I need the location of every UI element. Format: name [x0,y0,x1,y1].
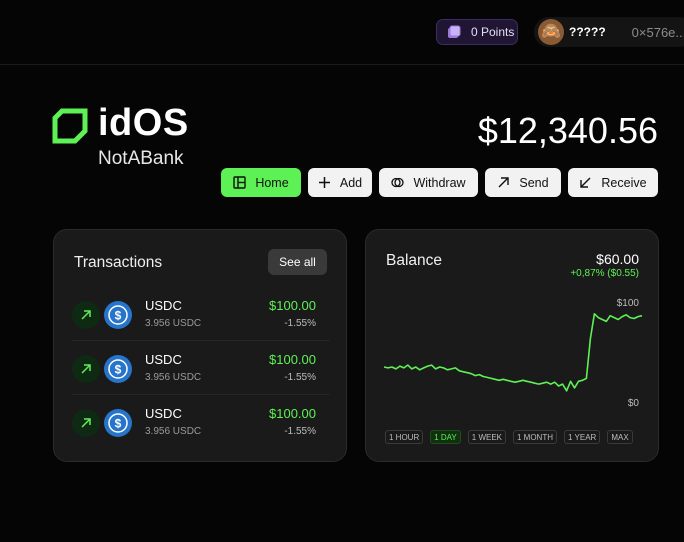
token-name: USDC [145,352,182,367]
transaction-value: $100.00 [269,406,316,421]
home-icon [233,176,247,189]
svg-text:$: $ [115,363,122,377]
add-button[interactable]: Add [308,168,372,197]
send-button[interactable]: Send [485,168,561,197]
token-amount: 3.956 USDC [145,426,202,437]
home-button[interactable]: Home [221,168,301,197]
add-label: Add [339,175,363,190]
points-icon [448,25,461,38]
outgoing-arrow-icon [72,301,100,329]
total-balance: $12,340.56 [477,110,658,151]
token-name: USDC [145,406,182,421]
points-button[interactable]: 0 Points [436,19,518,45]
points-label: 0 Points [471,25,515,39]
outgoing-arrow-icon [72,355,100,383]
brand-name: idOS [98,102,189,144]
transaction-change: -1.55% [284,426,316,437]
top-bar: 0 Points 🙈 ????? 0×576e...f [0,0,684,65]
receive-label: Receive [601,175,647,190]
transaction-row[interactable]: $ USDC 3.956 USDC $100.00 -1.55% [72,348,330,395]
brand-subtitle: NotABank [98,148,184,169]
usdc-icon: $ [104,301,132,329]
user-name: ????? [569,25,606,39]
action-bar: Home Add Withdraw Send Receive [221,168,658,197]
home-label: Home [255,175,289,190]
usdc-icon: $ [104,409,132,437]
range-1-week[interactable]: 1 WEEK [467,430,506,444]
transaction-value: $100.00 [269,352,316,367]
withdraw-button[interactable]: Withdraw [379,168,478,197]
withdraw-label: Withdraw [413,175,466,190]
balance-series-line [383,313,643,392]
send-label: Send [519,175,549,190]
range-1-hour[interactable]: 1 HOUR [385,430,424,444]
account-button[interactable]: 🙈 ????? 0×576e...f [534,17,684,47]
transaction-row[interactable]: $ USDC 3.956 USDC $100.00 -1.55% [72,402,330,448]
transaction-change: -1.55% [284,372,316,383]
range-selector: 1 HOUR 1 DAY 1 WEEK 1 MONTH 1 YEAR MAX [385,430,633,444]
token-amount: 3.956 USDC [145,372,202,383]
range-1-month[interactable]: 1 MONTH [513,430,557,444]
withdraw-icon [391,177,405,188]
token-amount: 3.956 USDC [145,318,202,329]
idos-logo-icon [52,108,88,144]
balance-chart[interactable] [366,230,660,463]
balance-card: Balance $60.00 +0,87% ($0.55) $100 $0 1 … [365,229,659,462]
avatar-emoji: 🙈 [541,23,561,40]
see-all-button[interactable]: See all [268,249,327,275]
transactions-card: Transactions See all $ USDC 3.956 USDC $… [53,229,347,462]
svg-text:$: $ [115,309,122,323]
transactions-title: Transactions [74,254,163,271]
range-max[interactable]: MAX [607,430,633,444]
usdc-icon: $ [104,355,132,383]
outgoing-arrow-icon [72,409,100,437]
range-1-day[interactable]: 1 DAY [430,430,461,444]
wallet-address: 0×576e...f [631,24,684,40]
arrow-up-right-icon [498,177,510,188]
token-name: USDC [145,298,182,313]
avatar: 🙈 [538,19,564,45]
transaction-row[interactable]: $ USDC 3.956 USDC $100.00 -1.55% [72,294,330,341]
transaction-value: $100.00 [269,298,316,313]
transaction-change: -1.55% [284,318,316,329]
range-1-year[interactable]: 1 YEAR [564,430,601,444]
plus-icon [318,177,330,188]
arrow-down-left-icon [580,177,591,188]
svg-text:$: $ [115,417,122,431]
receive-button[interactable]: Receive [568,168,658,197]
